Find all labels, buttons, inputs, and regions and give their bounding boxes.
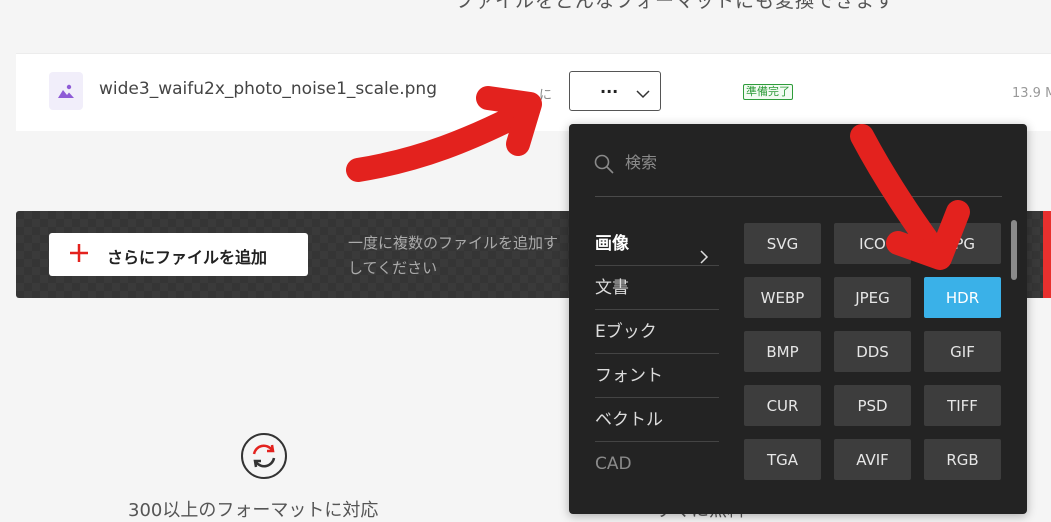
status-badge: 準備完了 xyxy=(743,84,793,100)
format-avif[interactable]: AVIF xyxy=(834,439,911,480)
plus-icon xyxy=(69,243,89,267)
format-rgb[interactable]: RGB xyxy=(924,439,1001,480)
format-ico[interactable]: ICO xyxy=(834,223,911,264)
format-search-input[interactable] xyxy=(623,152,977,173)
category-label: 画像 xyxy=(595,234,629,254)
search-icon xyxy=(594,154,614,178)
add-files-hint-line2: してください xyxy=(348,259,438,277)
category-label: フォント xyxy=(595,366,663,386)
category-document[interactable]: 文書 xyxy=(595,266,719,310)
category-font[interactable]: フォント xyxy=(595,354,719,398)
chevron-down-icon xyxy=(636,84,650,103)
format-hdr[interactable]: HDR xyxy=(924,277,1001,318)
category-label: Eブック xyxy=(595,322,657,342)
add-files-hint-line1: 一度に複数のファイルを追加す xyxy=(348,234,559,252)
format-jpg[interactable]: JPG xyxy=(924,223,1001,264)
format-bmp[interactable]: BMP xyxy=(744,331,821,372)
format-select-value: ... xyxy=(600,78,619,97)
format-webp[interactable]: WEBP xyxy=(744,277,821,318)
format-svg[interactable]: SVG xyxy=(744,223,821,264)
category-label: CAD xyxy=(595,454,632,474)
file-name: wide3_waifu2x_photo_noise1_scale.png xyxy=(99,79,437,99)
add-more-files-button[interactable]: さらにファイルを追加 xyxy=(49,233,308,276)
category-label: ベクトル xyxy=(595,410,663,430)
category-ebook[interactable]: Eブック xyxy=(595,310,719,354)
dropdown-scrollbar[interactable] xyxy=(1011,220,1017,280)
category-image[interactable]: 画像 xyxy=(595,222,719,266)
format-gif[interactable]: GIF xyxy=(924,331,1001,372)
format-cur[interactable]: CUR xyxy=(744,385,821,426)
format-tga[interactable]: TGA xyxy=(744,439,821,480)
category-list: 画像 文書 Eブック フォント ベクトル CAD xyxy=(595,222,719,486)
format-select[interactable]: ... xyxy=(569,71,661,111)
format-dropdown: 画像 文書 Eブック フォント ベクトル CAD SVG ICO JPG WEB… xyxy=(569,124,1027,514)
convert-to-label: に xyxy=(539,88,553,103)
format-psd[interactable]: PSD xyxy=(834,385,911,426)
file-row: wide3_waifu2x_photo_noise1_scale.png に .… xyxy=(16,53,1051,131)
file-size: 13.9 M xyxy=(1012,86,1051,101)
category-vector[interactable]: ベクトル xyxy=(595,398,719,442)
search-divider xyxy=(595,196,1002,197)
category-cad[interactable]: CAD xyxy=(595,442,719,486)
format-grid: SVG ICO JPG WEBP JPEG HDR BMP DDS GIF CU… xyxy=(744,223,1001,480)
red-edge-accent xyxy=(1043,211,1051,298)
format-jpeg[interactable]: JPEG xyxy=(834,277,911,318)
format-dds[interactable]: DDS xyxy=(834,331,911,372)
add-more-files-label: さらにファイルを追加 xyxy=(107,248,268,267)
format-tiff[interactable]: TIFF xyxy=(924,385,1001,426)
category-label: 文書 xyxy=(595,278,629,298)
add-files-hint: 一度に複数のファイルを追加す してください xyxy=(348,231,576,281)
page-heading: ファイルをどんなフォーマットにも変換できます xyxy=(455,0,896,12)
sync-icon xyxy=(240,432,288,484)
formats-caption: 300以上のフォーマットに対応 xyxy=(128,500,379,521)
image-file-icon xyxy=(49,72,83,110)
